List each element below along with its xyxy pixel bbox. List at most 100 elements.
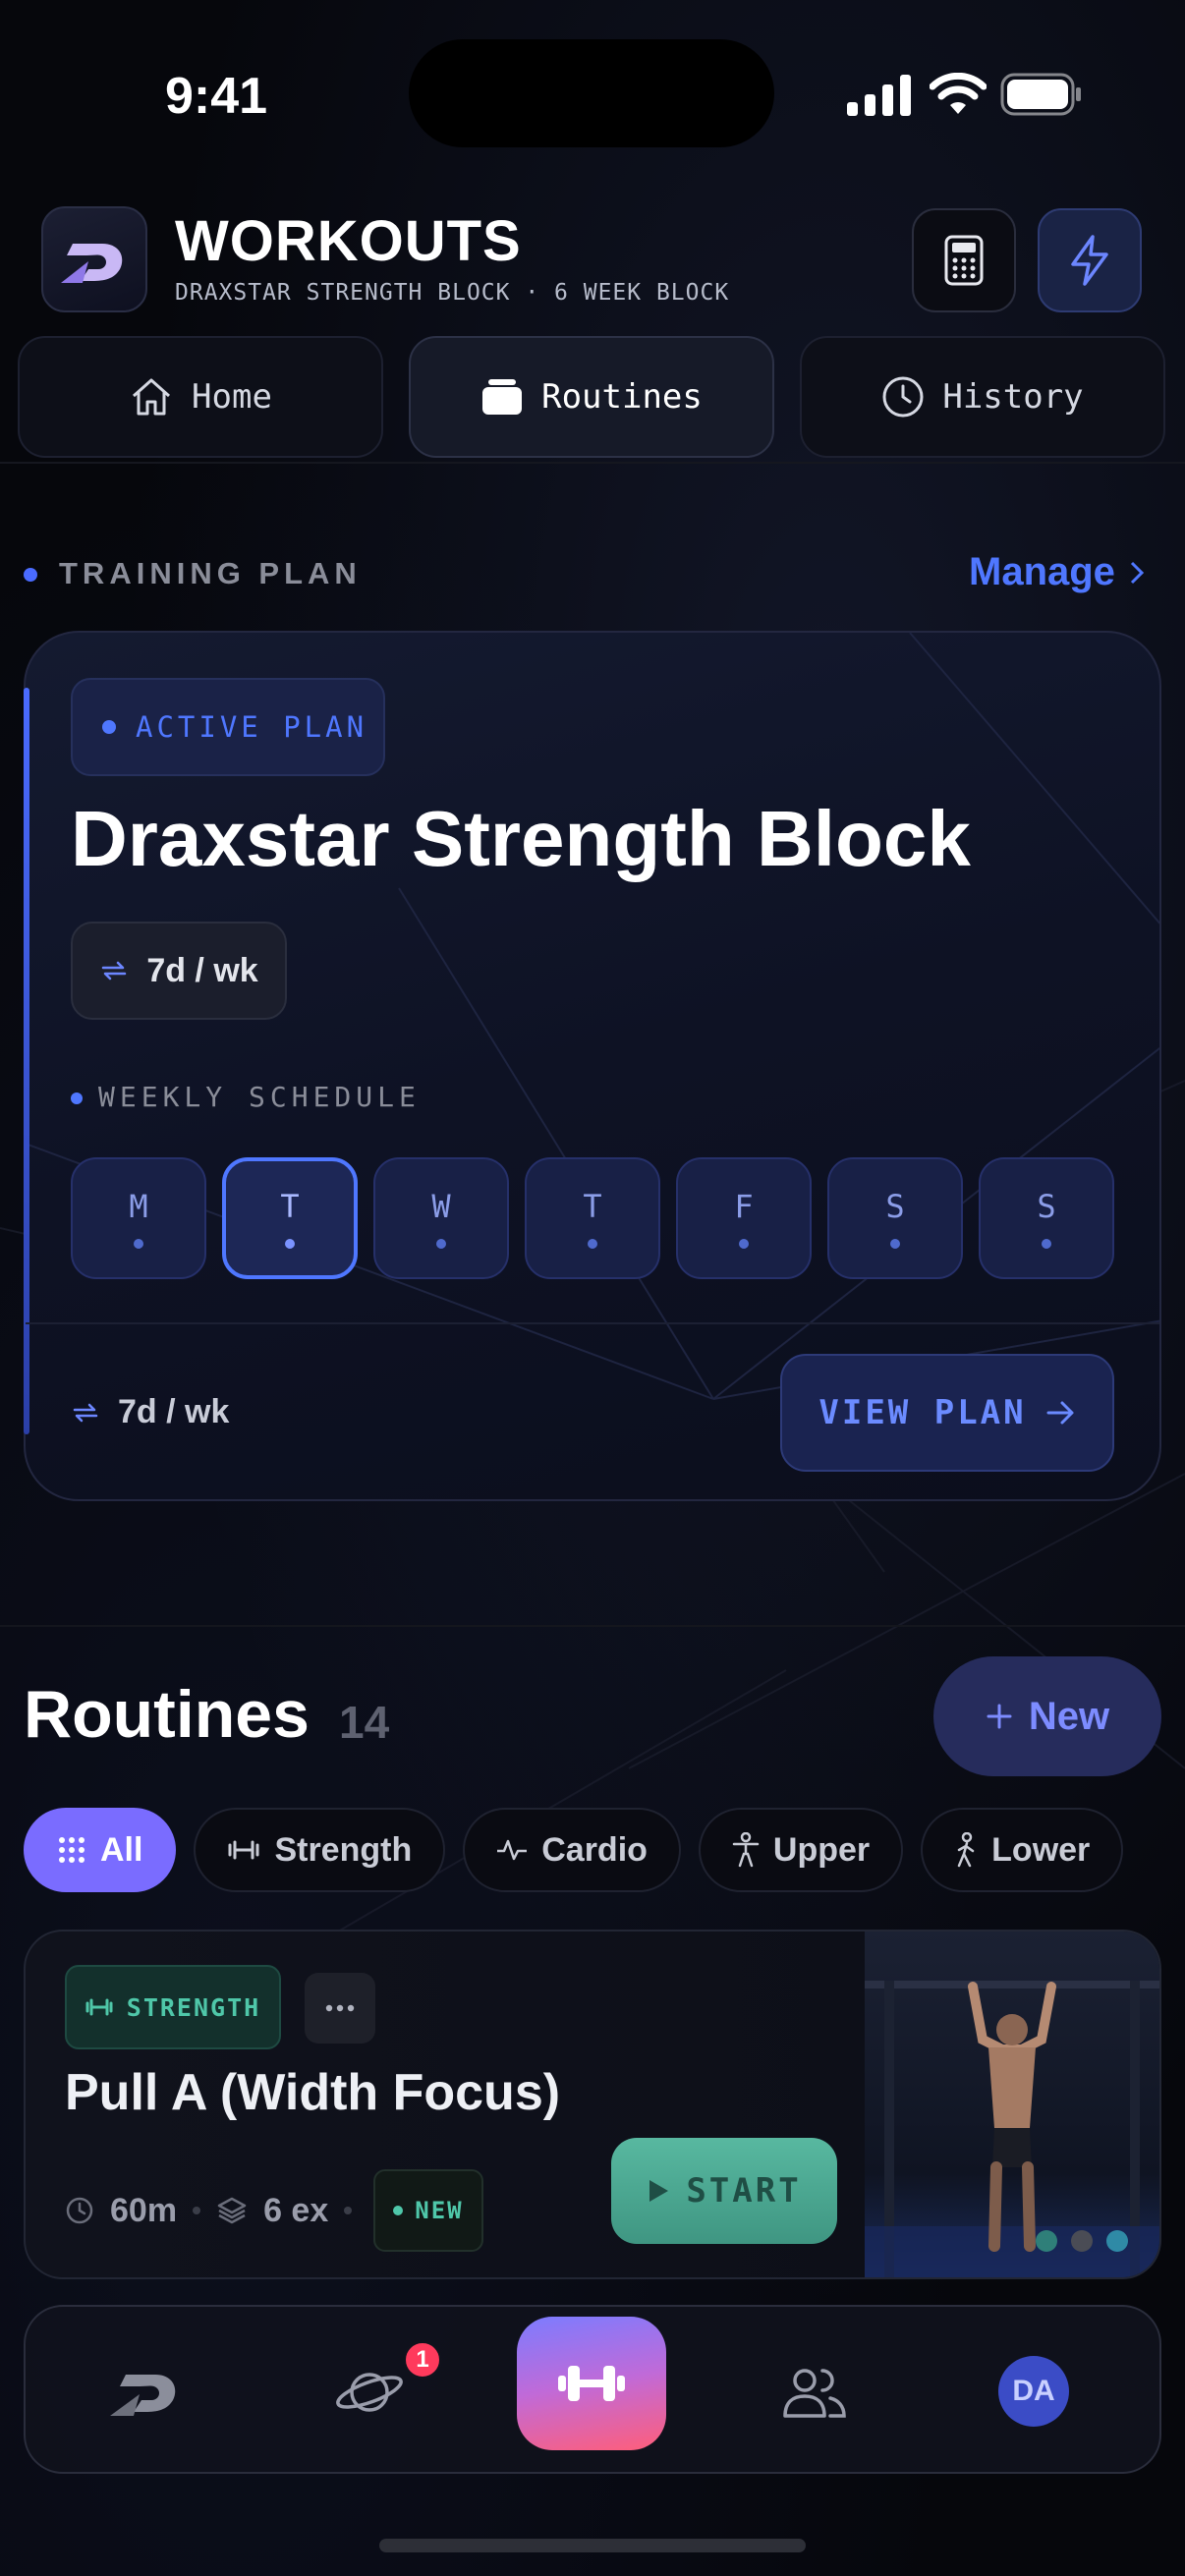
day-tuesday[interactable]: T <box>222 1157 358 1279</box>
page-title: WORKOUTS <box>175 209 522 273</box>
app-logo-icon <box>61 244 123 283</box>
day-label: S <box>885 1188 905 1225</box>
filter-label: All <box>100 1830 143 1869</box>
section-dot <box>24 568 37 582</box>
new-routine-button[interactable]: New <box>933 1656 1161 1776</box>
tab-routines-label: Routines <box>541 377 703 417</box>
pagination-dot[interactable] <box>1036 2230 1057 2252</box>
frequency-label: 7d / wk <box>146 951 258 989</box>
day-label: S <box>1037 1188 1056 1225</box>
quick-actions-button[interactable] <box>1038 208 1142 312</box>
active-plan-label: ACTIVE PLAN <box>136 710 368 744</box>
footer-frequency-label: 7d / wk <box>118 1393 230 1430</box>
weekly-schedule-label: WEEKLY SCHEDULE <box>98 1081 421 1113</box>
day-dot <box>134 1239 143 1249</box>
filter-chip-strength[interactable]: Strength <box>194 1808 446 1892</box>
clock-icon <box>66 2197 93 2224</box>
meta-separator <box>344 2207 353 2214</box>
day-thursday[interactable]: T <box>525 1157 660 1279</box>
view-plan-button[interactable]: VIEW PLAN <box>780 1354 1114 1472</box>
more-icon <box>325 2004 355 2012</box>
new-badge-label: NEW <box>415 2197 464 2224</box>
avatar[interactable]: DA <box>998 2356 1069 2427</box>
planet-icon <box>336 2373 403 2412</box>
athlete-pullup-image <box>865 1981 1159 2277</box>
routine-image <box>865 1932 1159 2277</box>
filter-label: Upper <box>772 1830 871 1869</box>
new-routine-label: New <box>1028 1694 1110 1738</box>
nav-home[interactable] <box>86 2338 204 2446</box>
dynamic-island <box>409 39 774 147</box>
view-plan-label: VIEW PLAN <box>818 1393 1027 1432</box>
app-logo[interactable] <box>41 206 147 312</box>
start-routine-button[interactable]: START <box>611 2138 837 2244</box>
pagination-dot[interactable] <box>1106 2230 1128 2252</box>
home-indicator <box>379 2539 806 2552</box>
new-badge: NEW <box>373 2169 483 2252</box>
tab-routines[interactable]: Routines <box>409 336 774 458</box>
day-dot <box>739 1239 749 1249</box>
footer-frequency: 7d / wk <box>71 1393 229 1431</box>
routine-exercise-count: 6 ex <box>263 2191 329 2229</box>
filter-chip-lower[interactable]: Lower <box>921 1808 1124 1892</box>
plus-icon <box>987 1704 1012 1729</box>
manage-link[interactable]: Manage <box>969 550 1145 594</box>
filter-chip-all[interactable]: All <box>24 1808 177 1892</box>
weekly-schedule: M T W T F S S <box>71 1157 1114 1279</box>
app-logo-icon <box>110 2375 176 2416</box>
bolt-icon <box>1071 235 1108 286</box>
manage-label: Manage <box>969 550 1115 593</box>
dumbbell-icon <box>228 1840 259 1860</box>
day-label: T <box>280 1188 300 1225</box>
dumbbell-icon <box>558 2366 625 2401</box>
day-wednesday[interactable]: W <box>373 1157 509 1279</box>
notification-badge: 1 <box>403 2340 442 2380</box>
walk-icon <box>957 1832 975 1868</box>
tab-home[interactable]: Home <box>18 336 383 458</box>
grid-icon <box>59 1837 85 1863</box>
more-options-button[interactable] <box>305 1973 375 2044</box>
calculator-icon <box>944 235 984 286</box>
plan-name: Draxstar Strength Block <box>71 795 971 882</box>
day-saturday[interactable]: S <box>827 1157 963 1279</box>
active-plan-badge: ACTIVE PLAN <box>71 678 385 776</box>
day-label: T <box>583 1188 602 1225</box>
wifi-icon <box>930 73 987 114</box>
nav-workouts[interactable] <box>517 2317 666 2450</box>
tab-history[interactable]: History <box>800 336 1165 458</box>
category-tag: STRENGTH <box>65 1965 281 2049</box>
day-sunday[interactable]: S <box>979 1157 1114 1279</box>
routine-meta: 60m 6 ex NEW <box>65 2169 483 2252</box>
day-dot <box>890 1239 900 1249</box>
battery-icon <box>1000 73 1081 116</box>
divider <box>0 462 1185 464</box>
day-monday[interactable]: M <box>71 1157 206 1279</box>
calculator-button[interactable] <box>912 208 1016 312</box>
day-friday[interactable]: F <box>676 1157 812 1279</box>
meta-separator <box>193 2207 201 2214</box>
filter-label: Strength <box>274 1830 413 1869</box>
section-label-training-plan: TRAINING PLAN <box>59 556 362 590</box>
schedule-dot <box>71 1092 83 1104</box>
home-icon <box>133 378 171 416</box>
category-label: STRENGTH <box>126 1992 261 2022</box>
nav-community[interactable] <box>755 2338 873 2446</box>
routines-title: Routines <box>24 1677 310 1752</box>
tab-home-label: Home <box>192 377 272 417</box>
status-dot <box>102 720 116 734</box>
pagination-dot[interactable] <box>1071 2230 1093 2252</box>
filter-chip-upper[interactable]: Upper <box>698 1808 904 1892</box>
filter-label: Lower <box>991 1830 1091 1869</box>
day-label: W <box>431 1188 451 1225</box>
day-label: M <box>129 1188 148 1225</box>
people-icon <box>783 2369 846 2418</box>
cellular-signal-icon <box>847 75 911 116</box>
routines-count: 14 <box>339 1697 390 1748</box>
layers-icon <box>217 2197 247 2224</box>
day-dot <box>436 1239 446 1249</box>
new-badge-dot <box>393 2206 404 2215</box>
filter-chip-cardio[interactable]: Cardio <box>463 1808 681 1892</box>
start-label: START <box>686 2171 802 2211</box>
routine-duration: 60m <box>110 2191 178 2229</box>
card-divider <box>26 1322 1159 1324</box>
